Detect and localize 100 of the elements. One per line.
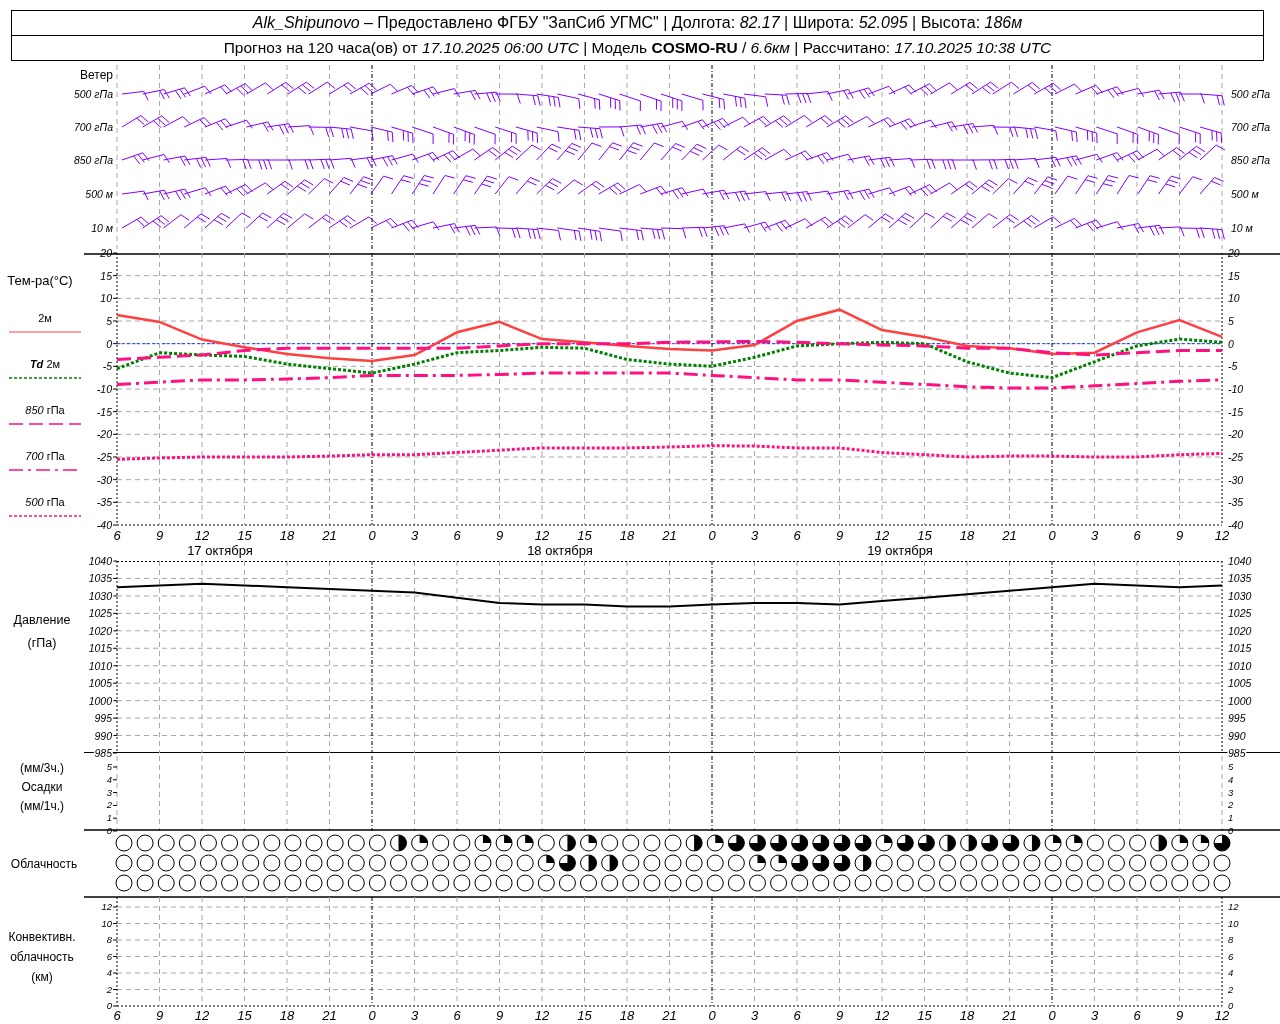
cloud-cover-symbol xyxy=(917,854,935,872)
cloud-cover-symbol xyxy=(411,854,429,872)
cloud-cover-symbol xyxy=(1065,834,1083,852)
cloud-cover-symbol xyxy=(727,874,745,892)
time-tick-label: 9 xyxy=(835,528,844,543)
cloud-cover-symbol xyxy=(917,874,935,892)
cloud-cover-symbol xyxy=(1044,874,1062,892)
cloud-cover-symbol xyxy=(1171,834,1189,852)
time-tick-label: 18 xyxy=(959,528,975,543)
cloud-cover-symbol xyxy=(601,854,619,872)
time-tick-label: 3 xyxy=(1090,528,1099,543)
wind-level-label: 10 м xyxy=(91,222,113,234)
cloud-cover-symbol xyxy=(706,874,724,892)
cloud-cover-symbol xyxy=(770,854,788,872)
time-tick-label: 21 xyxy=(1002,528,1017,543)
axis-tick-label: 0 xyxy=(106,337,112,350)
legend-line xyxy=(9,422,81,426)
time-tick-label: 3 xyxy=(410,1008,419,1023)
wind-level-label: 500 гПа xyxy=(73,88,113,100)
date-label: 17 октября xyxy=(187,543,253,558)
axis-tick-label: 1010 xyxy=(88,659,112,672)
cloud-cover-symbol xyxy=(537,854,555,872)
cloud-cover-symbol xyxy=(263,874,281,892)
convective-title: облачность xyxy=(9,949,75,966)
cloud-cover-symbol xyxy=(643,834,661,852)
legend-label: 500 гПа xyxy=(25,496,65,508)
cloud-cover-symbol xyxy=(1023,874,1041,892)
axis-tick-label: 2 xyxy=(1228,983,1234,995)
axis-tick-label: 5 xyxy=(106,761,112,772)
axis-tick-label: 10 xyxy=(101,917,112,929)
time-tick-label: 18 xyxy=(619,1008,635,1023)
axis-tick-label: 15 xyxy=(100,269,112,282)
cloud-cover-symbol xyxy=(263,854,281,872)
cloud-cover-symbol xyxy=(242,834,260,852)
axis-tick-label: 0 xyxy=(1228,825,1234,836)
time-tick-label: 12 xyxy=(194,528,210,543)
cloud-cover-symbol xyxy=(1023,854,1041,872)
time-tick-label: 12 xyxy=(534,1008,550,1023)
cloud-cover-symbol xyxy=(939,854,956,872)
time-tick-label: 6 xyxy=(1133,528,1141,543)
cloud-cover-symbol xyxy=(115,874,133,892)
cloud-cover-symbol xyxy=(685,854,703,872)
cloud-cover-symbol xyxy=(1150,874,1168,892)
axis-tick-label: -35 xyxy=(1228,496,1244,509)
precipitation-unit: (мм/1ч.) xyxy=(18,798,66,815)
time-tick-label: 6 xyxy=(1133,1008,1141,1023)
cloud-cover-symbol xyxy=(1002,854,1020,872)
wind-level-label: 500 м xyxy=(85,188,113,200)
axis-tick-label: -40 xyxy=(96,519,112,531)
cloud-cover-symbol xyxy=(622,834,640,852)
cloud-cover-symbol xyxy=(1213,834,1231,852)
time-tick-label: 3 xyxy=(750,1008,759,1023)
axis-tick-label: 6 xyxy=(1228,950,1234,962)
cloud-cover-symbol xyxy=(1192,834,1210,852)
axis-tick-label: 4 xyxy=(106,967,112,978)
cloud-cover-symbol xyxy=(347,834,365,852)
axis-tick-label: -10 xyxy=(96,383,112,395)
axis-tick-label: -10 xyxy=(1228,383,1244,395)
cloud-cover-symbol xyxy=(1002,874,1020,892)
axis-tick-label: 995 xyxy=(1228,712,1246,725)
time-tick-label: 3 xyxy=(410,528,419,543)
cloudiness-title: Облачность xyxy=(9,857,79,871)
axis-tick-label: -30 xyxy=(1228,473,1244,486)
axis-tick-label: 1 xyxy=(106,812,112,824)
convective-title: Конвективн. xyxy=(7,929,77,946)
axis-tick-label: 1040 xyxy=(1228,555,1252,567)
cloud-cover-symbol xyxy=(495,874,513,892)
cloud-cover-symbol xyxy=(326,834,344,852)
cloud-cover-symbol xyxy=(199,854,217,872)
cloud-cover-symbol xyxy=(981,834,999,852)
legend-line xyxy=(9,514,81,518)
cloud-cover-symbol xyxy=(157,874,175,892)
cloud-cover-symbol xyxy=(199,834,217,852)
axis-tick-label: 2 xyxy=(1228,799,1234,811)
cloud-cover-symbol xyxy=(1086,854,1104,872)
axis-tick-label: 8 xyxy=(106,934,112,945)
cloud-cover-symbol xyxy=(368,874,386,892)
wind-level-label: 850 гПа xyxy=(1231,154,1271,166)
axis-tick-label: 5 xyxy=(1228,761,1234,772)
cloud-cover-symbol xyxy=(622,874,640,892)
axis-tick-label: 8 xyxy=(1228,934,1234,945)
cloud-cover-symbol xyxy=(601,834,619,852)
axis-tick-label: 1035 xyxy=(88,572,112,585)
cloud-cover-symbol xyxy=(242,854,260,872)
time-tick-label: 15 xyxy=(577,1008,592,1023)
cloud-cover-symbol xyxy=(1129,874,1147,892)
time-tick-label: 21 xyxy=(322,1008,337,1023)
cloud-cover-symbol xyxy=(727,834,745,852)
axis-tick-label: 3 xyxy=(106,786,112,798)
time-tick-label: 0 xyxy=(368,1008,376,1023)
axis-tick-label: 1020 xyxy=(88,624,112,637)
cloud-cover-symbol xyxy=(622,854,640,872)
cloud-cover-symbol xyxy=(685,834,703,852)
axis-tick-label: 1015 xyxy=(1228,642,1252,655)
time-tick-label: 9 xyxy=(495,528,504,543)
time-tick-label: 12 xyxy=(1214,528,1230,543)
cloud-cover-symbol xyxy=(875,834,893,852)
cloud-cover-symbol xyxy=(157,854,175,872)
precipitation-title: Осадки xyxy=(20,779,64,796)
time-tick-label: 12 xyxy=(874,528,890,543)
